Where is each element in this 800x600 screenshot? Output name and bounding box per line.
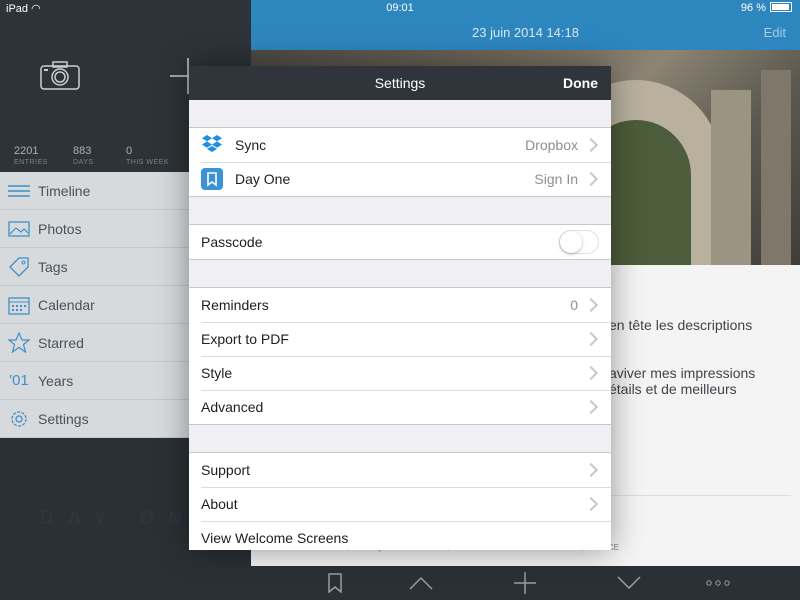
settings-group-security: Passcode	[189, 224, 611, 260]
stat-days-label: DAYS	[73, 159, 94, 166]
export-pdf-row[interactable]: Export to PDF	[189, 322, 611, 356]
camera-icon[interactable]	[40, 60, 80, 90]
stat-this-week: 0 THIS WEEK	[126, 145, 169, 166]
bookmark-icon[interactable]	[323, 572, 347, 594]
chevron-right-icon	[583, 331, 599, 347]
settings-modal: Settings Done Sync Dropbox Day One Sign …	[189, 66, 611, 550]
settings-group-options: Reminders 0 Export to PDF Style Advanced	[189, 287, 611, 425]
about-label: About	[201, 496, 238, 512]
welcome-screens-label: View Welcome Screens	[201, 530, 349, 546]
entry-text-line: en tête les descriptions	[609, 317, 753, 333]
photo-pillar	[761, 70, 791, 265]
chevron-up-icon[interactable]	[409, 572, 433, 594]
welcome-screens-row[interactable]: View Welcome Screens	[189, 521, 611, 550]
settings-group-info: Support About View Welcome Screens	[189, 452, 611, 550]
entry-text-line: étails et de meilleurs	[609, 381, 737, 397]
modal-header: Settings Done	[189, 66, 611, 100]
sync-row[interactable]: Sync Dropbox	[189, 128, 611, 162]
reminders-row[interactable]: Reminders 0	[189, 288, 611, 322]
export-pdf-label: Export to PDF	[201, 331, 289, 347]
status-bar: iPad ◠ 09:01 96 %	[0, 0, 800, 16]
chevron-right-icon	[583, 496, 599, 512]
photos-icon	[8, 218, 30, 240]
sidebar-item-label: Calendar	[38, 296, 95, 313]
battery-percent: 96 %	[740, 2, 766, 14]
star-icon	[8, 332, 30, 354]
chevron-right-icon	[583, 462, 599, 478]
chevron-right-icon	[583, 365, 599, 381]
years-icon: '01	[9, 372, 29, 389]
support-row[interactable]: Support	[189, 453, 611, 487]
reminders-label: Reminders	[201, 297, 269, 313]
about-row[interactable]: About	[189, 487, 611, 521]
status-battery: 96 %	[741, 2, 792, 14]
sidebar-item-label: Settings	[38, 410, 89, 427]
stat-week-label: THIS WEEK	[126, 159, 170, 166]
sidebar-item-label: Starred	[38, 334, 84, 351]
more-icon[interactable]	[706, 572, 730, 594]
day-one-icon	[201, 168, 223, 190]
entry-toolbar	[251, 566, 800, 600]
chevron-down-icon[interactable]	[617, 572, 641, 594]
entry-date: 23 juin 2014 14:18	[472, 25, 579, 40]
dropbox-icon	[201, 134, 223, 156]
stat-days: 883 DAYS	[73, 145, 94, 166]
chevron-right-icon	[583, 399, 599, 415]
sidebar-item-label: Timeline	[38, 182, 91, 199]
sync-label: Sync	[235, 137, 267, 153]
stat-entries-label: ENTRIES	[14, 159, 48, 166]
status-time: 09:01	[386, 2, 414, 14]
stat-entries-value: 2201	[14, 145, 39, 157]
chevron-right-icon	[583, 137, 599, 153]
plus-icon[interactable]	[513, 572, 537, 594]
gear-icon	[8, 408, 30, 430]
day-one-value: Sign In	[534, 171, 578, 187]
support-label: Support	[201, 462, 251, 478]
advanced-row[interactable]: Advanced	[189, 390, 611, 424]
done-button[interactable]: Done	[563, 75, 598, 91]
timeline-icon	[8, 180, 30, 202]
reminders-value: 0	[570, 297, 578, 313]
sidebar-item-label: Photos	[38, 220, 82, 237]
calendar-icon	[8, 294, 30, 316]
chevron-right-icon	[583, 171, 599, 187]
settings-group-accounts: Sync Dropbox Day One Sign In	[189, 127, 611, 197]
sidebar-item-label: Years	[38, 372, 74, 389]
photo-pillar	[711, 90, 751, 265]
divider	[611, 495, 791, 496]
toggle-knob	[560, 231, 582, 253]
passcode-label: Passcode	[201, 234, 263, 250]
day-one-label: Day One	[235, 171, 291, 187]
advanced-label: Advanced	[201, 399, 264, 415]
chevron-right-icon	[583, 297, 599, 313]
stat-days-value: 883	[73, 145, 92, 157]
day-one-row[interactable]: Day One Sign In	[189, 162, 611, 196]
style-label: Style	[201, 365, 233, 381]
stat-week-value: 0	[126, 145, 133, 157]
battery-icon	[770, 2, 792, 12]
passcode-row: Passcode	[189, 225, 611, 259]
edit-button[interactable]: Edit	[764, 25, 786, 40]
sidebar-item-label: Tags	[38, 258, 68, 275]
modal-title: Settings	[374, 75, 426, 91]
sync-value: Dropbox	[525, 137, 578, 153]
stat-entries: 2201 ENTRIES	[14, 145, 48, 166]
style-row[interactable]: Style	[189, 356, 611, 390]
passcode-toggle[interactable]	[559, 230, 599, 254]
tag-icon	[8, 256, 30, 278]
